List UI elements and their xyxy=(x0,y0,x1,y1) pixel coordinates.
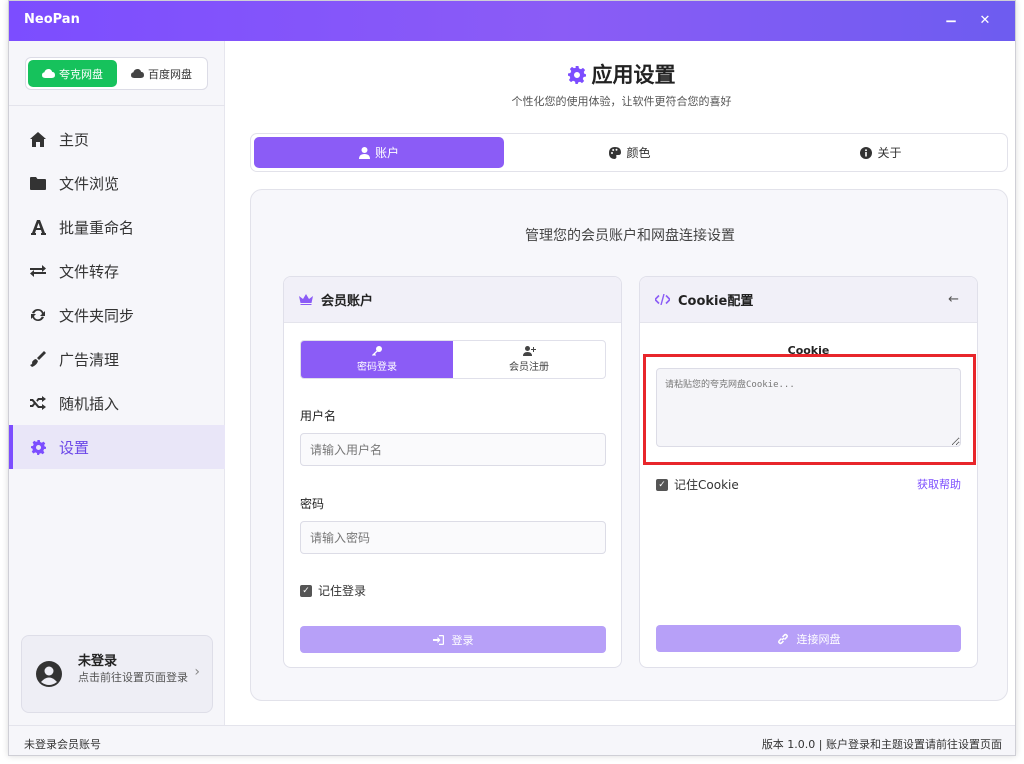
code-icon xyxy=(655,294,670,305)
minimize-button[interactable]: − xyxy=(939,9,963,33)
sidebar-item-label: 文件浏览 xyxy=(59,174,120,193)
password-input[interactable] xyxy=(300,521,606,554)
sidebar-item-file-transfer[interactable]: 文件转存 xyxy=(9,249,225,293)
connect-button-label: 连接网盘 xyxy=(796,632,841,646)
user-name: 未登录 xyxy=(78,654,118,669)
username-input[interactable] xyxy=(300,433,606,466)
sign-in-icon xyxy=(432,634,444,645)
drive-switch: 夸克网盘 百度网盘 xyxy=(25,57,208,90)
login-status-text: 未登录会员账号 xyxy=(24,738,101,751)
panel-description: 管理您的会员账户和网盘连接设置 xyxy=(525,228,735,244)
get-help-link[interactable]: 获取帮助 xyxy=(917,476,961,492)
sidebar-item-settings[interactable]: 设置 xyxy=(9,425,225,469)
drive-button-quark[interactable]: 夸克网盘 xyxy=(28,60,117,87)
username-label: 用户名 xyxy=(300,409,337,423)
drive-button-baidu[interactable]: 百度网盘 xyxy=(117,60,206,87)
gear-icon xyxy=(29,438,47,456)
exchange-icon xyxy=(29,262,47,280)
login-button[interactable]: 登录 xyxy=(300,626,606,653)
tab-label: 颜色 xyxy=(626,146,651,160)
user-plus-icon xyxy=(522,346,536,356)
sidebar-item-label: 批量重命名 xyxy=(59,218,135,237)
sidebar-item-folder-sync[interactable]: 文件夹同步 xyxy=(9,293,225,337)
login-mode-tabs: 密码登录 会员注册 xyxy=(300,340,606,379)
palette-icon xyxy=(609,146,622,159)
sidebar-nav: 主页 文件浏览 批量重命名 文件转存 文件夹同步 广告清理 随机插入 设置 xyxy=(9,117,225,469)
sync-icon xyxy=(29,306,47,324)
key-icon xyxy=(372,346,382,356)
drive-button-label: 百度网盘 xyxy=(148,67,192,81)
close-button[interactable]: ✕ xyxy=(973,9,997,33)
user-status-card[interactable]: 未登录 点击前往设置页面登录 › xyxy=(21,635,213,713)
password-label: 密码 xyxy=(300,497,325,511)
user-icon xyxy=(358,146,370,159)
user-hint: 点击前往设置页面登录 xyxy=(78,671,188,684)
font-icon xyxy=(29,218,47,236)
remember-cookie-label: 记住Cookie xyxy=(674,478,739,492)
remember-cookie-checkbox[interactable]: ✓ xyxy=(656,478,668,491)
sidebar-item-label: 主页 xyxy=(59,130,90,149)
chevron-right-icon: › xyxy=(194,664,200,680)
cookie-textarea[interactable] xyxy=(656,368,961,447)
title-bar: NeoPan − ✕ xyxy=(9,1,1015,41)
settings-tabs: 账户 颜色 关于 xyxy=(250,133,1008,172)
sidebar-item-label: 随机插入 xyxy=(59,394,120,413)
cookie-card-title: Cookie配置 xyxy=(678,294,754,309)
drive-button-label: 夸克网盘 xyxy=(59,67,103,81)
shuffle-icon xyxy=(29,394,47,412)
sidebar-item-label: 设置 xyxy=(59,438,90,457)
sidebar: 夸克网盘 百度网盘 主页 文件浏览 批量重命名 文件转存 文件夹同步 广告清理 … xyxy=(9,41,225,725)
main-content: 应用设置 个性化您的使用体验，让软件更符合您的喜好 账户 颜色 关于 管理您的会… xyxy=(226,41,1015,725)
sidebar-item-label: 广告清理 xyxy=(59,350,120,369)
user-circle-icon xyxy=(36,661,62,687)
sidebar-item-label: 文件转存 xyxy=(59,262,120,281)
account-panel: 管理您的会员账户和网盘连接设置 会员账户 密码登录 会员注册 用户名 请输入用户… xyxy=(250,189,1008,701)
info-icon xyxy=(860,146,873,159)
broom-icon xyxy=(29,350,47,368)
version-info-text: 版本 1.0.0 | 账户登录和主题设置请前往设置页面 xyxy=(761,738,1002,751)
connect-drive-button[interactable]: 连接网盘 xyxy=(656,625,961,652)
sidebar-item-ad-clean[interactable]: 广告清理 xyxy=(9,337,225,381)
status-bar: 未登录会员账号 版本 1.0.0 | 账户登录和主题设置请前往设置页面 xyxy=(9,725,1015,755)
arrow-left-icon[interactable]: ← xyxy=(948,292,959,307)
app-title: NeoPan xyxy=(24,12,80,27)
tab-color[interactable]: 颜色 xyxy=(505,137,755,168)
folder-icon xyxy=(29,174,47,192)
link-icon xyxy=(777,633,788,644)
member-card-title: 会员账户 xyxy=(321,294,374,309)
subtab-label: 会员注册 xyxy=(509,362,549,373)
divider xyxy=(9,105,225,106)
page-subtitle: 个性化您的使用体验，让软件更符合您的喜好 xyxy=(511,95,732,108)
cookie-field-label: Cookie xyxy=(787,344,830,357)
home-icon xyxy=(29,130,47,148)
remember-login-checkbox[interactable]: ✓ xyxy=(300,584,312,597)
tab-label: 账户 xyxy=(374,146,399,160)
gear-icon xyxy=(567,66,586,84)
app-window: NeoPan − ✕ 夸克网盘 百度网盘 主页 文件浏览 批量重命名 文件转存 … xyxy=(8,0,1016,756)
sidebar-item-batch-rename[interactable]: 批量重命名 xyxy=(9,205,225,249)
remember-login-row: ✓ 记住登录 xyxy=(300,582,366,599)
remember-login-label: 记住登录 xyxy=(318,584,367,598)
cloud-icon xyxy=(131,69,144,78)
tab-member-register[interactable]: 会员注册 xyxy=(453,341,605,378)
tab-account[interactable]: 账户 xyxy=(254,137,504,168)
crown-icon xyxy=(299,294,313,305)
tab-label: 关于 xyxy=(877,146,902,160)
tab-about[interactable]: 关于 xyxy=(756,137,1006,168)
member-account-card: 会员账户 密码登录 会员注册 用户名 密码 xyxy=(283,276,622,668)
cloud-icon xyxy=(42,69,55,78)
member-card-header: 会员账户 xyxy=(284,277,621,323)
remember-cookie-row: ✓ 记住Cookie xyxy=(656,476,739,493)
cookie-config-card: Cookie配置 ← Cookie ✓ 记住Cookie 获取帮助 连接网盘 xyxy=(639,276,978,668)
subtab-label: 密码登录 xyxy=(357,362,397,373)
page-title-text: 应用设置 xyxy=(591,63,676,87)
tab-password-login[interactable]: 密码登录 xyxy=(301,341,453,378)
sidebar-item-file-browse[interactable]: 文件浏览 xyxy=(9,161,225,205)
login-button-label: 登录 xyxy=(451,633,474,647)
cookie-card-header: Cookie配置 xyxy=(640,277,977,323)
sidebar-item-random-insert[interactable]: 随机插入 xyxy=(9,381,225,425)
sidebar-item-home[interactable]: 主页 xyxy=(9,117,225,161)
page-title: 应用设置 xyxy=(226,59,1015,89)
sidebar-item-label: 文件夹同步 xyxy=(59,306,135,325)
